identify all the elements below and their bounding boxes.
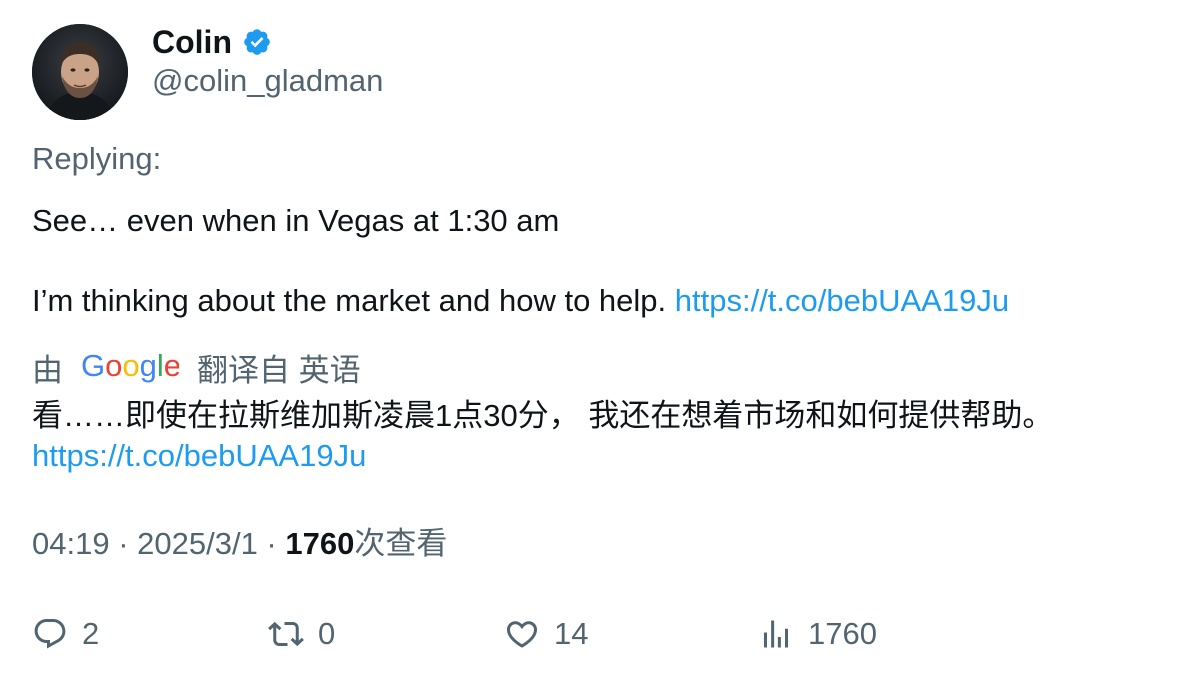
tweet-time[interactable]: 04:19 — [32, 526, 110, 561]
tweet-text-line-2: I’m thinking about the market and how to… — [32, 282, 1009, 320]
google-logo-icon[interactable]: Google — [81, 347, 179, 387]
retweet-count: 0 — [318, 616, 336, 651]
translated-link[interactable]: https://t.co/bebUAA19Ju — [32, 438, 366, 473]
retweet-button[interactable]: 0 — [268, 612, 335, 656]
tweet-text-line-1: See… even when in Vegas at 1:30 am — [32, 203, 560, 238]
author-name-row: Colin — [152, 22, 272, 62]
translated-text-content: 看……即使在拉斯维加斯凌晨1点30分， 我还在想着市场和如何提供帮助。 — [32, 398, 1054, 433]
tweet-text-line-2-content: I’m thinking about the market and how to… — [32, 283, 675, 318]
tweet-link[interactable]: https://t.co/bebUAA19Ju — [675, 283, 1009, 318]
views-count: 1760 — [285, 526, 355, 561]
translation-by-label: 由 — [32, 352, 63, 388]
translation-attribution: 由 Google 翻译自 英语 — [32, 347, 361, 388]
translation-from-label: 翻译自 英语 — [197, 352, 361, 388]
tweet-detail: Colin @colin_gladman Replying: See… even… — [0, 0, 1196, 678]
heart-icon — [504, 616, 540, 652]
verified-badge-icon[interactable] — [242, 27, 272, 57]
tweet-date[interactable]: 2025/3/1 — [137, 526, 258, 561]
retweet-icon — [268, 616, 304, 652]
reply-icon — [32, 616, 68, 652]
views-action-count: 1760 — [808, 616, 877, 651]
meta-separator: · — [257, 526, 286, 561]
action-bar: 2 0 14 1760 — [0, 612, 1196, 656]
avatar[interactable] — [32, 24, 128, 120]
like-count: 14 — [554, 616, 589, 651]
replying-label: Replying: — [32, 141, 162, 176]
author-handle[interactable]: @colin_gladman — [152, 62, 383, 100]
views-chart-icon — [758, 616, 794, 652]
reply-button[interactable]: 2 — [32, 612, 99, 656]
svg-text:Google: Google — [81, 349, 179, 383]
views-button[interactable]: 1760 — [758, 612, 877, 656]
author-display-name[interactable]: Colin — [152, 22, 232, 62]
like-button[interactable]: 14 — [504, 612, 588, 656]
translated-text: 看……即使在拉斯维加斯凌晨1点30分， 我还在想着市场和如何提供帮助。 http… — [32, 396, 1172, 476]
meta-separator: · — [109, 526, 138, 561]
reply-count: 2 — [82, 616, 100, 651]
avatar-image — [32, 24, 128, 120]
views-label: 次查看 — [354, 526, 448, 561]
tweet-meta: 04:19 · 2025/3/1 · 1760次查看 — [32, 524, 447, 564]
